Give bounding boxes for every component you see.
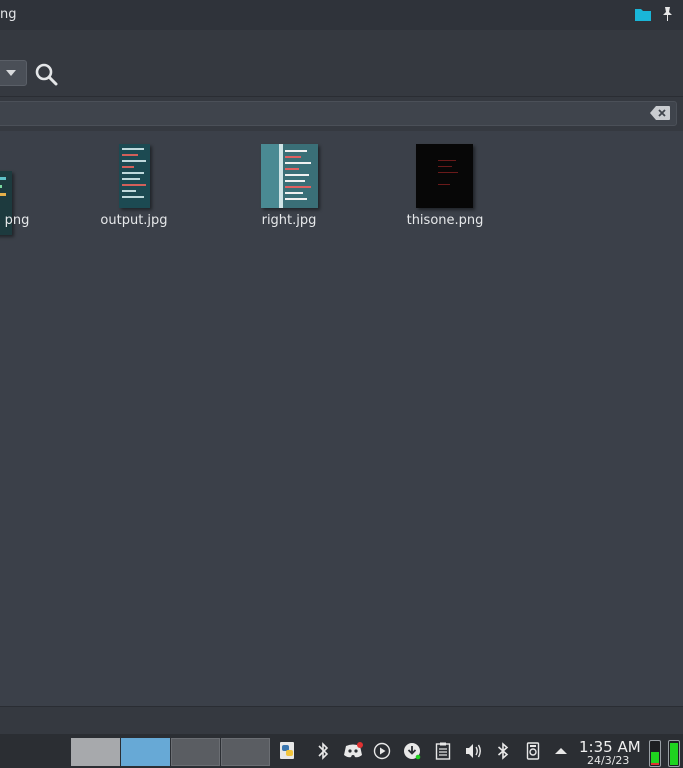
file-view[interactable]: png output.jpg right.jpg thisone.png	[0, 131, 683, 706]
volume-icon[interactable]	[464, 742, 482, 760]
chevron-down-icon	[6, 70, 16, 76]
download-icon[interactable]	[403, 742, 421, 760]
pager-desktop-1[interactable]	[71, 738, 120, 766]
file-name: thisone.png	[406, 213, 484, 228]
clear-text-icon[interactable]	[650, 106, 670, 120]
pin-icon[interactable]	[660, 6, 674, 22]
python-icon[interactable]	[279, 742, 297, 760]
file-item[interactable]: thisone.png	[375, 131, 515, 241]
status-bar	[0, 706, 683, 735]
discord-icon[interactable]	[343, 742, 363, 760]
file-thumbnail	[261, 144, 318, 208]
taskbar: 1:35 AM 24/3/23	[0, 734, 683, 768]
file-name: right.jpg	[261, 213, 317, 228]
battery-warning-mark	[651, 763, 659, 765]
window-title: ng	[0, 7, 17, 22]
folder-icon	[635, 9, 651, 21]
battery-level	[670, 742, 678, 765]
kdeconnect-icon[interactable]	[314, 742, 332, 760]
search-icon[interactable]	[34, 62, 58, 86]
filter-input[interactable]	[0, 101, 677, 126]
window-titlebar[interactable]: ng	[0, 0, 683, 30]
file-item[interactable]: right.jpg	[219, 131, 359, 241]
toolbar	[0, 30, 683, 97]
media-play-icon[interactable]	[373, 742, 391, 760]
battery-indicator-2[interactable]	[668, 740, 680, 767]
clock-date[interactable]: 24/3/23	[587, 754, 629, 767]
file-thumbnail	[416, 144, 473, 208]
pager-desktop-2[interactable]	[121, 738, 170, 766]
pager-desktop-3[interactable]	[171, 738, 220, 766]
view-mode-dropdown[interactable]	[0, 60, 27, 86]
pager-desktop-4[interactable]	[221, 738, 270, 766]
filter-bar	[0, 97, 683, 131]
file-thumbnail	[119, 144, 150, 208]
clipboard-icon[interactable]	[434, 742, 452, 760]
device-icon[interactable]	[524, 742, 542, 760]
expand-tray-icon[interactable]	[552, 742, 570, 760]
file-item[interactable]: output.jpg	[64, 131, 204, 241]
file-name: output.jpg	[100, 213, 168, 228]
bluetooth-icon[interactable]	[494, 742, 512, 760]
battery-indicator-1[interactable]	[649, 740, 661, 767]
